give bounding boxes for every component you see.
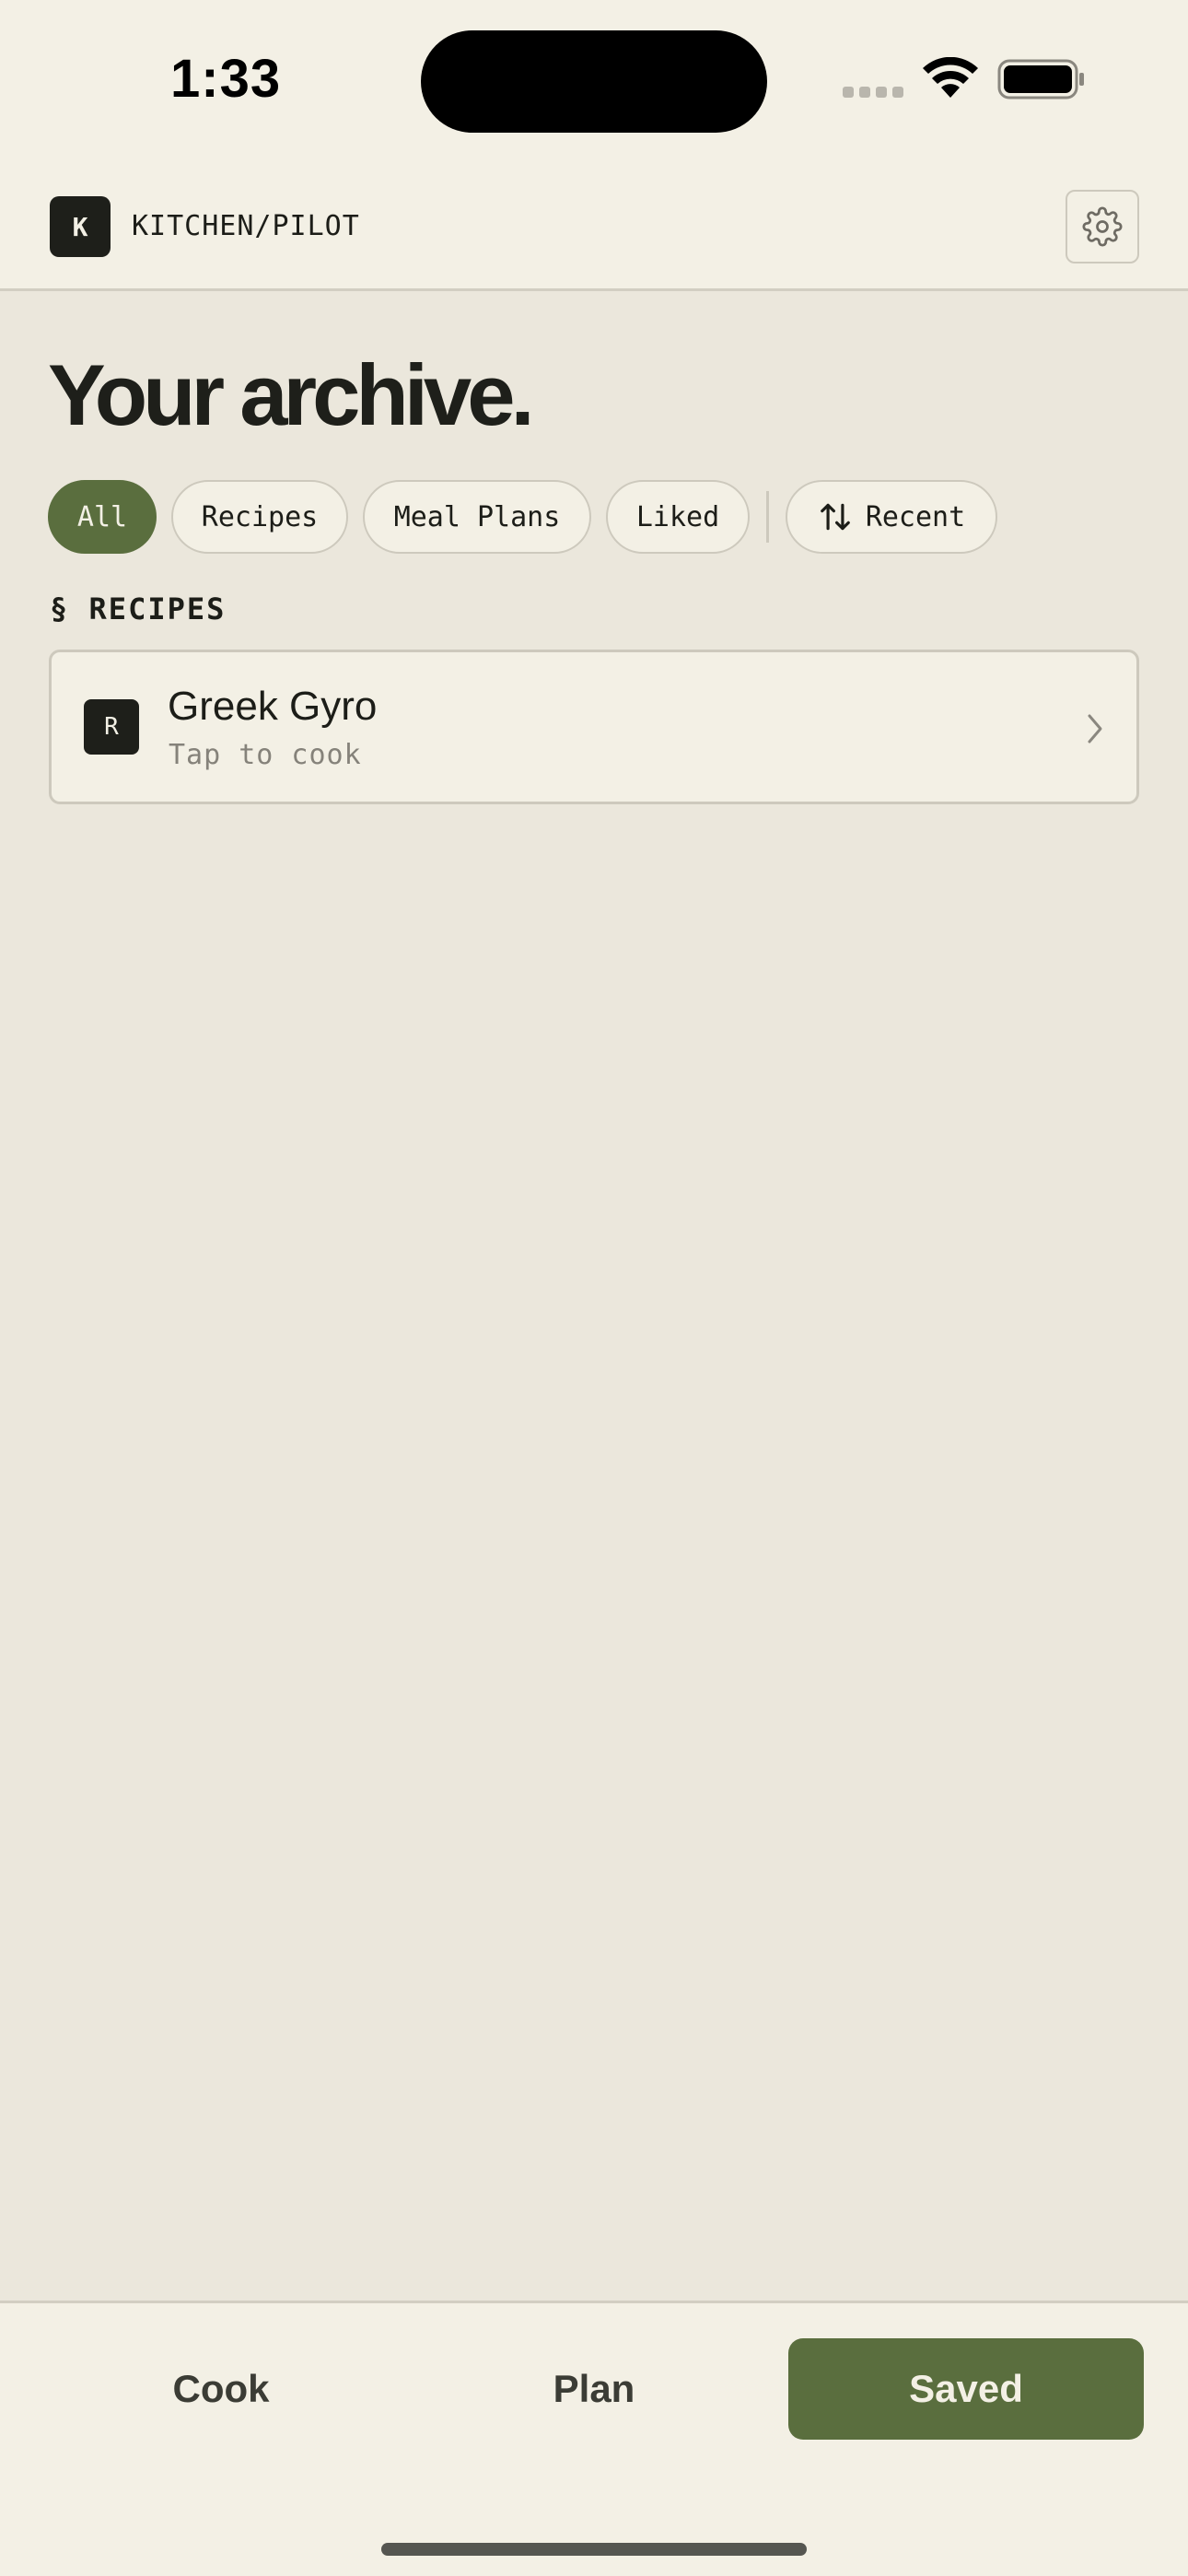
sort-arrows-icon bbox=[820, 503, 850, 531]
recipe-subtitle: Tap to cook bbox=[169, 739, 362, 771]
battery-icon bbox=[997, 59, 1084, 100]
cellular-signal-icon bbox=[843, 87, 903, 98]
sort-label: Recent bbox=[865, 500, 966, 533]
bottom-tab-bar: Cook Plan Saved bbox=[0, 2301, 1188, 2576]
home-indicator[interactable] bbox=[381, 2543, 807, 2556]
recipe-title: Greek Gyro bbox=[168, 684, 378, 729]
filter-chip-liked[interactable]: Liked bbox=[606, 480, 750, 554]
gear-icon bbox=[1082, 206, 1123, 247]
tab-plan[interactable]: Plan bbox=[410, 2338, 778, 2440]
dynamic-island bbox=[421, 30, 767, 133]
section-label: § RECIPES bbox=[50, 591, 227, 626]
recipe-badge: R bbox=[84, 699, 139, 755]
filter-chips: All Recipes Meal Plans Liked Recent bbox=[48, 480, 1012, 554]
wifi-icon bbox=[923, 57, 978, 98]
chevron-right-icon bbox=[1088, 714, 1102, 744]
settings-button[interactable] bbox=[1066, 190, 1139, 263]
tab-saved[interactable]: Saved bbox=[788, 2338, 1144, 2440]
page-title: Your archive. bbox=[48, 346, 535, 443]
brand-logo: K bbox=[50, 196, 111, 257]
filter-chip-meal-plans[interactable]: Meal Plans bbox=[363, 480, 591, 554]
tab-cook[interactable]: Cook bbox=[37, 2338, 405, 2440]
filter-chip-recipes[interactable]: Recipes bbox=[171, 480, 348, 554]
filter-chip-all[interactable]: All bbox=[48, 480, 157, 554]
status-time: 1:33 bbox=[170, 49, 282, 109]
top-bar: 1:33 K KITCHEN/PILOT bbox=[0, 0, 1188, 291]
sort-button[interactable]: Recent bbox=[786, 480, 997, 554]
list-item[interactable]: R Greek Gyro Tap to cook bbox=[49, 650, 1139, 804]
chip-divider bbox=[766, 491, 769, 543]
brand-name: KITCHEN/PILOT bbox=[132, 210, 360, 242]
